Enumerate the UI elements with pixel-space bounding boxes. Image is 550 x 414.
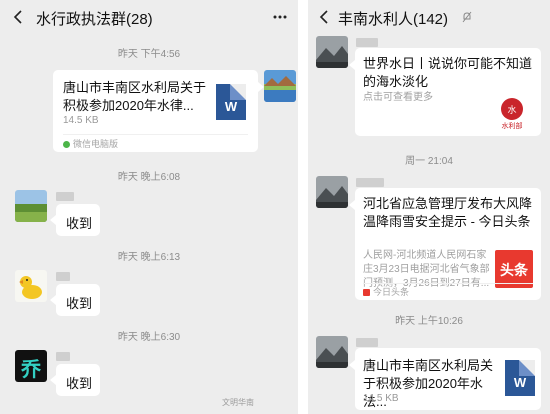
timestamp: 昨天 晚上6:13 [117,252,181,263]
article-thumbnail: 水 水利部 [492,92,532,132]
field-avatar-image [15,190,47,222]
member-avatar[interactable] [15,270,47,302]
file-source-footer: 微信电脑版 [63,134,248,152]
mountain-avatar-image [316,176,348,208]
article-title: 世界水日丨说说你可能不知道的海水淡化 [363,56,533,89]
right-chat-title: 丰南水利人(142) [338,11,449,28]
member-avatar[interactable] [316,176,348,208]
article-source: 今日头条 [373,287,410,297]
member-avatar[interactable]: 乔 [15,350,47,382]
landscape-avatar-image [264,70,296,102]
article-description: 点击可查看更多 [363,92,433,103]
back-arrow-icon[interactable] [318,10,330,24]
right-chat-window: 丰南水利人(142) 世界水日丨说说你可能不知道的海水淡化 点击可查看更多 水 … [308,0,550,414]
member-avatar[interactable] [316,36,348,68]
word-icon-letter: W [513,375,527,390]
file-title: 唐山市丰南区水利局关于积极参加2020年水律... [63,80,207,113]
timestamp: 昨天 上午10:26 [395,316,463,327]
bubble-tail [50,295,56,305]
text-message-bubble[interactable]: 收到 [50,284,100,316]
svg-text:水: 水 [507,104,516,116]
word-file-icon: W [216,84,246,120]
article-source-footer: 今日头条 [363,283,533,300]
avatar-glyph: 乔 [21,359,41,381]
member-nickname-blurred [356,178,384,187]
file-size: 14.5 KB [363,393,399,404]
bubble-tail [349,60,355,70]
member-nickname-blurred [56,352,70,361]
right-chat-header: 丰南水利人(142) [308,0,550,34]
file-size: 14.5 KB [63,115,99,126]
member-nickname-blurred [56,272,70,281]
bubble-tail [258,82,264,92]
message-text: 收到 [66,376,93,391]
toutiao-icon [363,289,370,296]
mountain-avatar-image [316,336,348,368]
word-file-icon: W [505,360,535,396]
bubble-tail [349,200,355,210]
left-chat-header: 水行政执法群(28) [0,0,298,34]
word-icon-letter: W [224,99,238,114]
timestamp: 昨天 晚上6:08 [117,172,181,183]
more-options-icon[interactable] [272,9,288,25]
watermark: 文明华南 [222,398,254,407]
bubble-tail [349,360,355,370]
mute-bell-icon [462,11,472,23]
member-avatar[interactable] [15,190,47,222]
file-corner-fold [230,84,246,100]
member-nickname-blurred [356,338,378,347]
bubble-tail [50,375,56,385]
member-nickname-blurred [56,192,74,201]
article-title: 河北省应急管理厅发布大风降温降雨雪安全提示 - 今日头条 [363,196,533,229]
thumbnail-caption: 水利部 [501,123,523,130]
my-avatar[interactable] [264,70,296,102]
file-message-bubble[interactable]: 唐山市丰南区水利局关于积极参加2020年水律... 14.5 KB W 微信电脑… [53,70,264,152]
file-message-bubble[interactable]: 唐山市丰南区水利局关于积极参加2020年水法... 14.5 KB W [349,348,541,410]
member-avatar[interactable] [316,336,348,368]
article-card-bubble[interactable]: 世界水日丨说说你可能不知道的海水淡化 点击可查看更多 水 水利部 [349,48,541,136]
article-card-bubble[interactable]: 河北省应急管理厅发布大风降温降雨雪安全提示 - 今日头条 人民网-河北频道人民网… [349,188,541,300]
left-chat-window: 水行政执法群(28) 昨天 下午4:56 唐山市丰南区水利局关于积极参加2020… [0,0,298,414]
timestamp: 昨天 晚上6:30 [117,332,181,343]
left-chat-title: 水行政执法群(28) [36,11,153,28]
timestamp: 周一 21:04 [405,156,453,167]
message-text: 收到 [66,216,93,231]
member-nickname-blurred [356,38,378,47]
message-text: 收到 [66,296,93,311]
bubble-tail [50,215,56,225]
file-source: 微信电脑版 [73,139,119,149]
timestamp: 昨天 下午4:56 [117,49,181,60]
duck-avatar-image [15,270,47,302]
mountain-avatar-image [316,36,348,68]
wechat-pc-icon [63,141,70,148]
back-arrow-icon[interactable] [12,10,24,24]
text-message-bubble[interactable]: 收到 [50,364,100,396]
text-message-bubble[interactable]: 收到 [50,204,100,236]
file-corner-fold [519,360,535,376]
toutiao-logo-text: 头条 [500,262,528,278]
